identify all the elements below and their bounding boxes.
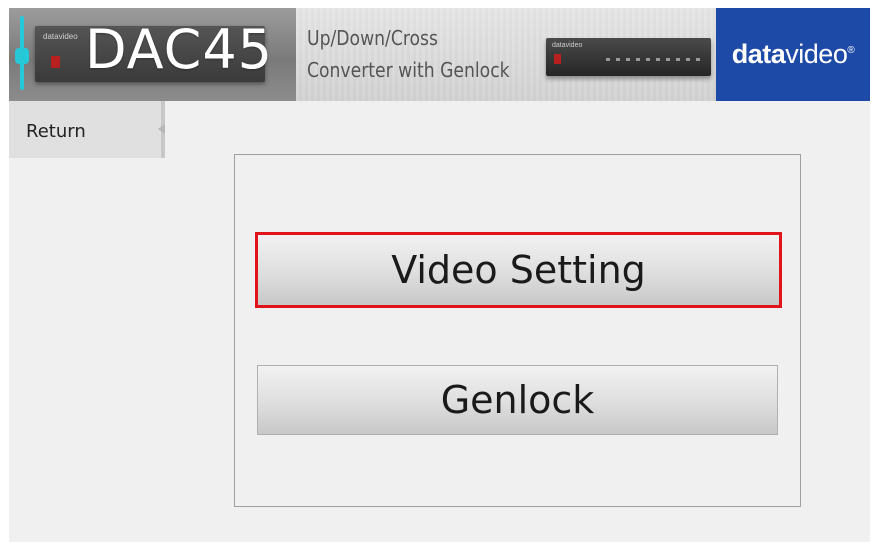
banner-product-area: datavideo DAC45 (9, 8, 296, 101)
device-led (51, 56, 60, 68)
slider-icon (15, 16, 29, 90)
datavideo-logo: datavideo® (716, 8, 870, 101)
video-setting-button[interactable]: Video Setting (255, 232, 782, 308)
genlock-button[interactable]: Genlock (257, 365, 778, 435)
device-front-buttons (606, 58, 701, 61)
product-name: DAC45 (85, 18, 274, 81)
logo-text: datavideo® (731, 39, 855, 70)
return-label: Return (26, 121, 86, 142)
tagline-line-1: Up/Down/Cross (307, 26, 438, 50)
device-front-brand: datavideo (552, 42, 583, 49)
device-front-led (554, 54, 561, 64)
genlock-label: Genlock (440, 378, 595, 422)
app-window: datavideo DAC45 Up/Down/Cross Converter … (9, 8, 870, 542)
menu-panel: Video Setting Genlock (234, 154, 801, 507)
banner-description-area: Up/Down/Cross Converter with Genlock dat… (296, 8, 716, 101)
return-button[interactable]: Return (9, 101, 165, 158)
device-front-image: datavideo (546, 38, 711, 76)
logo-light-part: video (785, 39, 848, 69)
logo-bold-part: data (731, 39, 786, 69)
tagline-line-2: Converter with Genlock (307, 58, 510, 82)
video-setting-label: Video Setting (391, 248, 646, 292)
header-banner: datavideo DAC45 Up/Down/Cross Converter … (9, 8, 870, 101)
tab-arrow-icon (158, 124, 165, 134)
product-tagline: Up/Down/Cross Converter with Genlock (307, 22, 510, 86)
logo-registered-mark: ® (847, 45, 855, 56)
device-brand-label: datavideo (43, 32, 78, 41)
